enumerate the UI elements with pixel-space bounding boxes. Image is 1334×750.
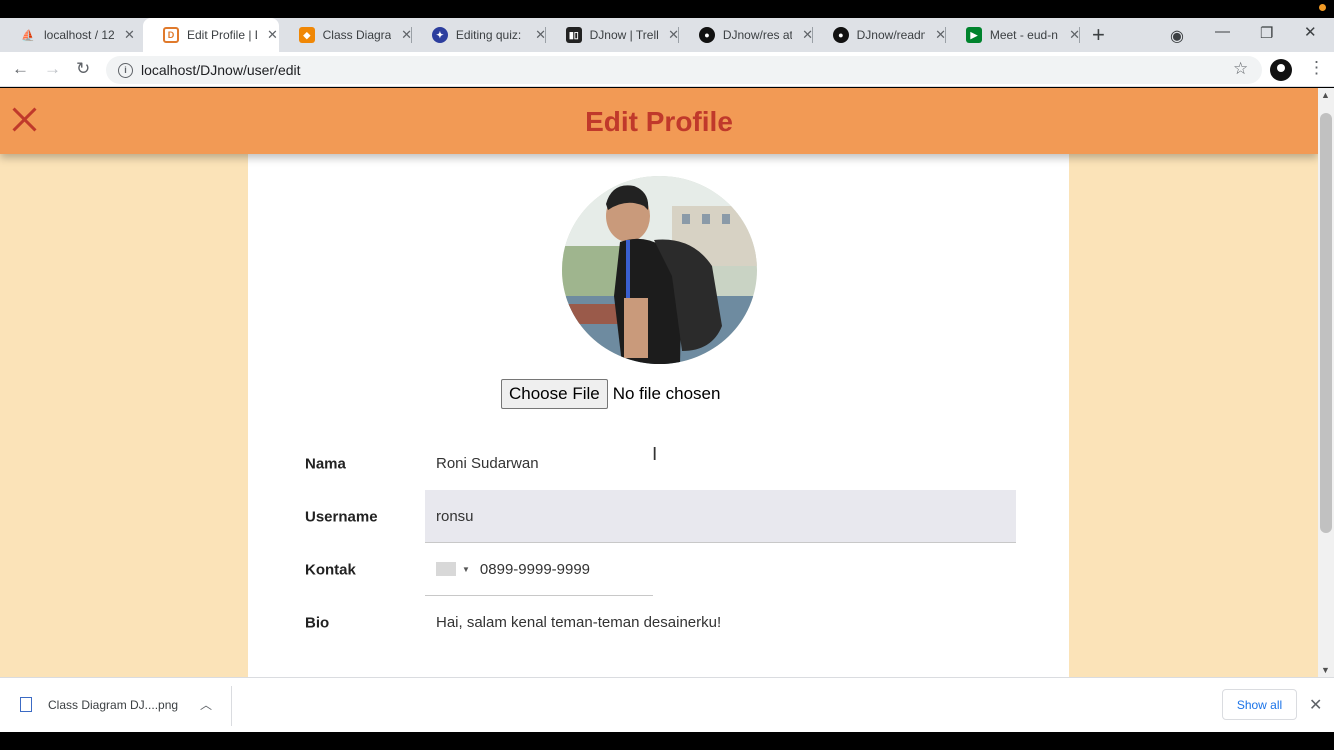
profile-photo-image — [562, 176, 757, 364]
scrollbar-thumb[interactable] — [1320, 113, 1332, 533]
file-upload: Choose File No file chosen — [501, 379, 720, 409]
tab-separator — [1079, 27, 1080, 43]
profile-card: Choose File No file chosen Nama Roni Sud… — [248, 154, 1069, 677]
username-label: Username — [305, 508, 378, 525]
file-status-text: No file chosen — [612, 384, 721, 403]
menu-kebab-icon[interactable]: ⋮ — [1308, 58, 1325, 78]
scrollbar[interactable]: ▲ ▼ — [1318, 88, 1334, 677]
page-viewport: Edit Profile Choose File No file chosen … — [0, 88, 1318, 677]
tab-close-icon[interactable]: ✕ — [124, 27, 135, 43]
reload-icon[interactable]: ↻ — [76, 59, 90, 79]
tab-title: DJnow | Trello — [589, 28, 659, 42]
download-file-name[interactable]: Class Diagram DJ....png — [48, 698, 178, 712]
address-bar: ← → ↻ i localhost/DJnow/user/edit ☆ ⋮ — [0, 52, 1334, 87]
kontak-phone-field[interactable]: ▼ 0899-9999-9999 — [425, 543, 653, 596]
url-text: localhost/DJnow/user/edit — [141, 62, 301, 78]
profile-avatar-icon[interactable] — [1270, 59, 1292, 81]
file-icon — [20, 697, 32, 712]
tab-localhost[interactable]: ⛵ localhost / 12 ✕ — [0, 18, 143, 52]
bookmark-star-icon[interactable]: ☆ — [1233, 59, 1248, 79]
tab-title: DJnow/readm — [856, 28, 926, 42]
kontak-input[interactable]: 0899-9999-9999 — [480, 561, 590, 578]
phpmyadmin-icon: ⛵ — [21, 29, 35, 42]
minimize-icon[interactable]: — — [1215, 23, 1230, 40]
tab-title: Meet - eud-n — [989, 28, 1058, 42]
google-meet-icon: ▶ — [966, 27, 982, 43]
caret-down-icon[interactable]: ▼ — [462, 565, 470, 574]
tab-title: Editing quiz: — [455, 28, 522, 42]
drawio-icon: ◆ — [299, 27, 315, 43]
recording-indicator-icon — [1319, 4, 1326, 11]
tab-close-icon[interactable]: ✕ — [267, 27, 278, 43]
new-tab-button[interactable]: + — [1092, 24, 1105, 46]
download-separator — [231, 686, 232, 726]
nama-label: Nama — [305, 455, 346, 472]
tab-github-res[interactable]: ● DJnow/res at ✕ — [679, 18, 813, 52]
tab-editing-quiz[interactable]: ✦ Editing quiz: ✕ — [412, 18, 546, 52]
tab-class-diagram[interactable]: ◆ Class Diagram ✕ — [279, 18, 412, 52]
github-icon: ● — [699, 27, 715, 43]
djnow-favicon-icon: D — [163, 27, 179, 43]
restore-icon[interactable]: ❐ — [1260, 24, 1273, 42]
window-close-icon[interactable]: ✕ — [1304, 23, 1317, 41]
username-input[interactable]: ronsu — [425, 490, 1016, 543]
tab-edit-profile[interactable]: D Edit Profile | D ✕ — [143, 18, 279, 52]
field-row-username: Username ronsu — [305, 490, 1016, 543]
scroll-down-icon[interactable]: ▼ — [1321, 665, 1330, 675]
field-row-kontak: Kontak ▼ 0899-9999-9999 — [305, 543, 1016, 596]
tab-github-readme[interactable]: ● DJnow/readm ✕ — [813, 18, 946, 52]
download-item[interactable]: Class Diagram DJ....png ︿ — [20, 696, 212, 713]
os-top-bar — [0, 0, 1334, 18]
field-row-bio: Bio Hai, salam kenal teman-teman desaine… — [305, 596, 1016, 649]
app-header: Edit Profile — [0, 88, 1318, 154]
forward-arrow-icon[interactable]: → — [44, 59, 61, 79]
show-all-button[interactable]: Show all — [1222, 689, 1297, 720]
field-row-nama: Nama Roni Sudarwan — [305, 437, 1016, 490]
bio-input[interactable]: Hai, salam kenal teman-teman desainerku! — [425, 596, 1016, 649]
download-bar-close-icon[interactable]: ✕ — [1309, 695, 1322, 715]
page-title: Edit Profile — [585, 106, 733, 137]
chevron-up-icon[interactable]: ︿ — [200, 696, 212, 713]
tab-title: localhost / 12 — [44, 28, 114, 42]
text-cursor-icon: I — [652, 444, 658, 465]
os-bottom-bar — [0, 732, 1334, 750]
bio-label: Bio — [305, 614, 330, 631]
info-icon[interactable]: i — [118, 62, 133, 78]
nama-input[interactable]: Roni Sudarwan — [425, 437, 1016, 490]
url-field[interactable]: i localhost/DJnow/user/edit — [106, 56, 1262, 84]
github-icon: ● — [833, 27, 849, 43]
tab-title: Edit Profile | D — [187, 28, 257, 42]
kontak-label: Kontak — [305, 561, 356, 578]
tab-strip: ⛵ localhost / 12 ✕ D Edit Profile | D ✕ … — [0, 18, 1334, 52]
scroll-up-icon[interactable]: ▲ — [1321, 90, 1330, 100]
download-bar: Class Diagram DJ....png ︿ Show all ✕ — [0, 677, 1334, 732]
choose-file-button[interactable]: Choose File — [501, 379, 608, 409]
quiz-icon: ✦ — [432, 27, 448, 43]
tab-trello[interactable]: ▮▯ DJnow | Trello ✕ — [546, 18, 679, 52]
back-arrow-icon[interactable]: ← — [12, 59, 29, 79]
country-flag-icon[interactable] — [436, 562, 456, 576]
tab-title: Class Diagram — [322, 28, 392, 42]
profile-photo — [562, 176, 757, 364]
trello-icon: ▮▯ — [566, 27, 582, 43]
tab-search-icon[interactable]: ◉ — [1170, 26, 1184, 46]
tab-meet[interactable]: ▶ Meet - eud-n ✕ — [946, 18, 1080, 52]
tab-title: DJnow/res at — [722, 28, 793, 42]
